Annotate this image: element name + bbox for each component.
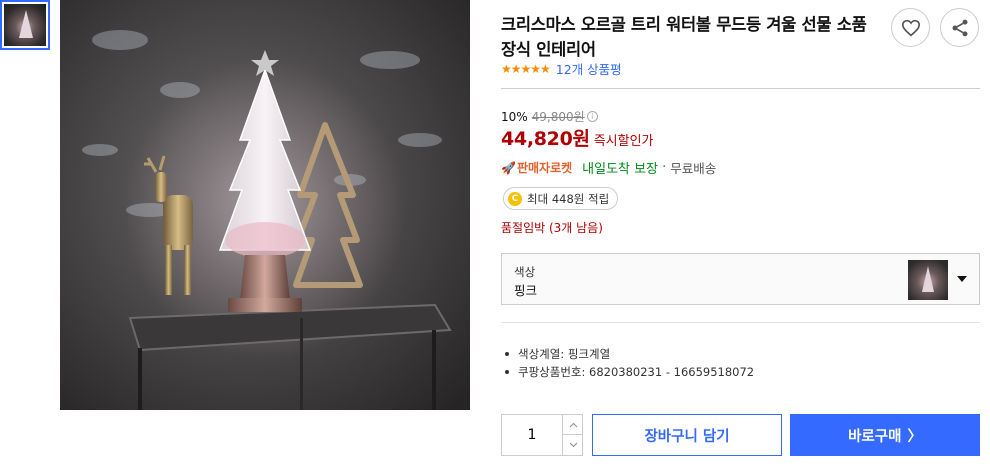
divider xyxy=(501,88,980,89)
discount-rate: 10% xyxy=(501,109,528,124)
delivery-row: 🚀 판매자로켓 내일도착 보장 · 무료배송 xyxy=(501,158,716,177)
option-label: 색상 xyxy=(514,265,536,279)
rating-row: ★★★★★ 12개 상품평 xyxy=(501,59,622,78)
quantity-decrease-button[interactable] xyxy=(562,435,583,455)
rocket-badge: 🚀 판매자로켓 xyxy=(501,159,572,176)
product-title: 크리스마스 오르골 트리 워터볼 무드등 겨울 선물 소품 장식 인테리어 xyxy=(501,15,867,59)
heart-icon xyxy=(901,19,920,36)
coin-icon: C xyxy=(508,191,522,206)
attribute-item: 색상계열: 핑크계열 xyxy=(505,345,754,363)
arrival-guarantee: 내일도착 보장 xyxy=(582,162,659,177)
star-rating: ★★★★★ xyxy=(501,61,551,76)
quantity-stepper xyxy=(501,414,583,456)
sale-price-label: 즉시할인가 xyxy=(593,134,654,149)
review-count-link[interactable]: 12개 상품평 xyxy=(556,59,622,78)
color-option-select[interactable]: 색상 핑크 xyxy=(501,253,980,305)
buy-now-label: 바로구매 xyxy=(848,428,902,445)
wishlist-button[interactable] xyxy=(891,8,930,47)
option-thumbnail xyxy=(908,260,948,300)
add-to-cart-button[interactable]: 장바구니 담기 xyxy=(592,414,782,456)
chevron-down-icon xyxy=(569,442,577,448)
chevron-up-icon xyxy=(569,422,577,427)
rocket-icon: 🚀 xyxy=(501,160,516,175)
sale-price-row: 44,820원 즉시할인가 xyxy=(501,124,654,151)
buy-now-button[interactable]: 바로구매 〉 xyxy=(790,414,980,456)
option-value: 핑크 xyxy=(514,283,538,298)
product-attributes: 색상계열: 핑크계열 쿠팡상품번호: 6820380231 - 16659518… xyxy=(505,345,754,381)
sale-price: 44,820원 xyxy=(501,128,590,150)
share-icon xyxy=(952,19,967,36)
quantity-input[interactable] xyxy=(502,415,562,455)
reward-badge: C 최대 448원 적립 xyxy=(503,187,619,210)
quantity-increase-button[interactable] xyxy=(562,415,583,435)
stock-warning: 품절임박 (3개 남음) xyxy=(501,221,603,235)
share-button[interactable] xyxy=(940,8,979,47)
chevron-right-icon: 〉 xyxy=(907,428,922,445)
original-price: 49,800원 xyxy=(531,110,585,124)
chevron-down-icon xyxy=(957,276,967,282)
info-icon[interactable]: i xyxy=(586,111,598,122)
discount-row: 10% 49,800원 i xyxy=(501,108,598,125)
free-shipping: 무료배송 xyxy=(670,161,717,176)
attribute-item: 쿠팡상품번호: 6820380231 - 16659518072 xyxy=(505,363,754,381)
reward-text: 최대 448원 적립 xyxy=(527,191,610,206)
main-product-image xyxy=(60,0,470,410)
product-thumbnail[interactable] xyxy=(0,0,50,50)
separator: · xyxy=(662,160,667,175)
rocket-badge-label: 판매자로켓 xyxy=(516,161,573,175)
thumbnail-image xyxy=(4,4,46,46)
divider xyxy=(501,322,980,323)
